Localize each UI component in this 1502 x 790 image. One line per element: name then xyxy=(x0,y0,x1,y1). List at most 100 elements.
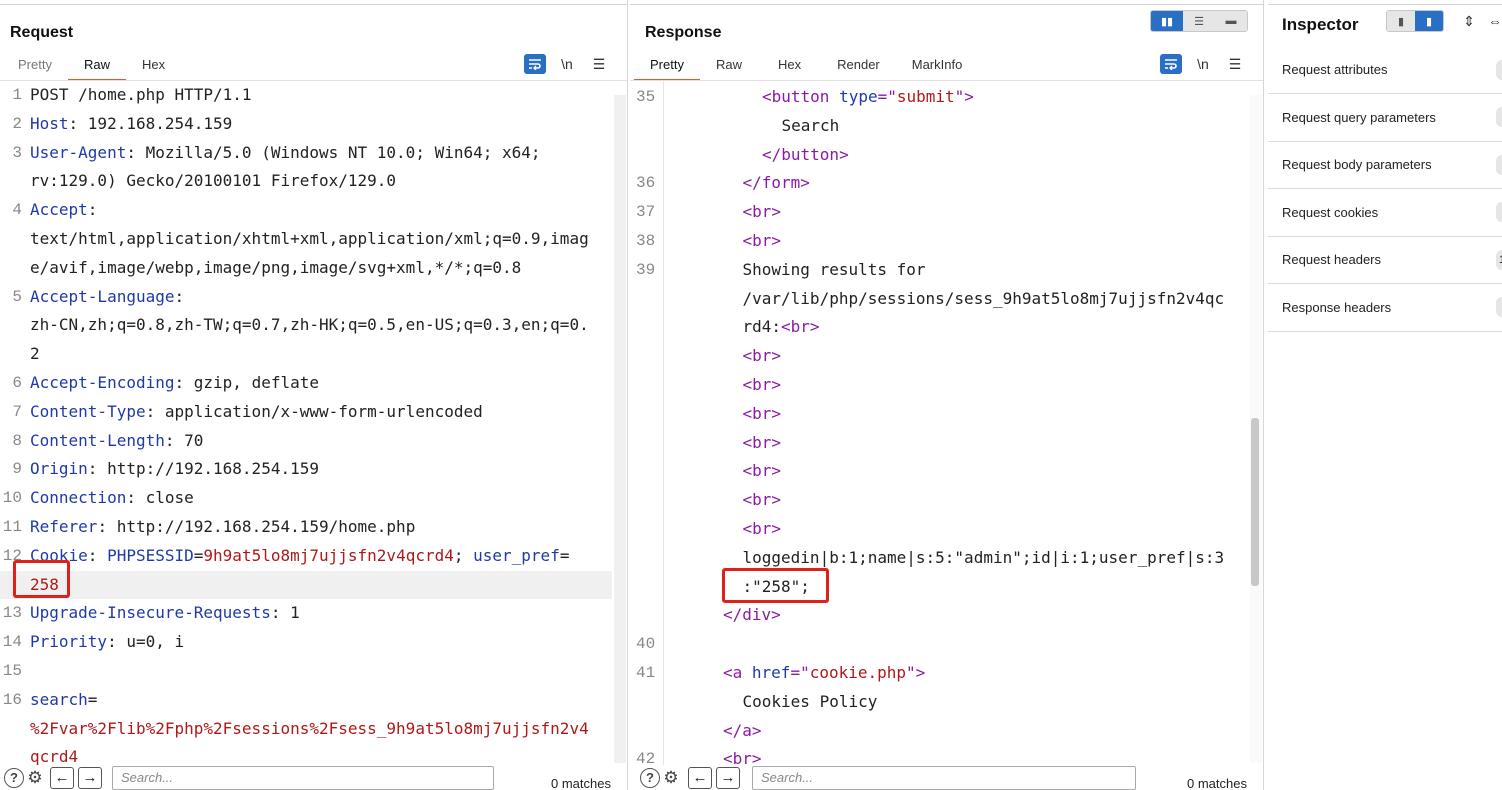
collapse-all-icon[interactable]: ⇔ xyxy=(1484,11,1502,31)
code-token: href xyxy=(751,662,791,682)
next-match-button[interactable]: → xyxy=(78,766,102,789)
code-token: <br> xyxy=(742,518,782,538)
code-token: zh-CN,zh;q=0.8,zh-TW;q=0.7,zh-HK;q=0.5,e… xyxy=(30,315,589,335)
previous-match-button[interactable]: ← xyxy=(50,766,74,789)
response-scrollbar[interactable] xyxy=(1250,95,1262,763)
inspector-layout-toggle: ▮ ▮ xyxy=(1386,10,1444,32)
help-icon[interactable]: ? xyxy=(640,767,660,788)
inspector-section[interactable]: Request query parameters xyxy=(1268,94,1502,142)
code-line: 1 POST /home.php HTTP/1.1 xyxy=(0,81,612,110)
line-number: 15 xyxy=(2,661,22,680)
code-text: Cookie: PHPSESSID=9h9at5lo8mj7ujjsfn2v4q… xyxy=(30,542,569,571)
layout-stacked-icon[interactable]: ☰ xyxy=(1183,11,1215,31)
tab-pretty[interactable]: Pretty xyxy=(2,56,68,81)
code-text: Origin: http://192.168.254.159 xyxy=(30,455,319,484)
inspector-section-label: Request cookies xyxy=(1282,204,1379,220)
help-icon[interactable]: ? xyxy=(4,767,24,788)
request-editor[interactable]: 1 POST /home.php HTTP/1.1 2 Host: 192.168.2… xyxy=(0,81,612,765)
code-text: <br> xyxy=(743,429,782,458)
code-line: 8 Content-Length: 70 xyxy=(0,427,612,456)
code-line: 13 Upgrade-Insecure-Requests: 1 xyxy=(0,599,612,628)
code-line: 4 Accept: xyxy=(0,196,612,225)
tab-raw[interactable]: Raw xyxy=(67,56,126,81)
inspector-section[interactable]: Response headers xyxy=(1268,284,1502,332)
code-line: Cookies Policy xyxy=(630,688,1248,717)
layout-side-by-side-icon[interactable]: ▮▮ xyxy=(1151,11,1183,31)
inspector-section[interactable]: Request headers 1 xyxy=(1268,236,1502,284)
code-line: 14 Priority: u=0, i xyxy=(0,628,612,657)
search-input[interactable]: Search... xyxy=(112,765,494,790)
code-token: : 1 xyxy=(270,603,300,623)
tab-pretty[interactable]: Pretty xyxy=(634,56,700,81)
tab-markinfo[interactable]: MarkInfo xyxy=(896,56,979,81)
scrollbar-thumb[interactable] xyxy=(1251,418,1259,586)
code-text: User-Agent: Mozilla/5.0 (Windows NT 10.0… xyxy=(30,139,541,168)
code-text: <a href="cookie.php"> xyxy=(723,659,925,688)
code-token: 9h9at5lo8mj7ujjsfn2v4qcrd4 xyxy=(203,545,454,565)
code-line: 37 <br> xyxy=(630,198,1248,227)
code-token: : Mozilla/5.0 (Windows NT 10.0; Win64; x… xyxy=(126,142,541,162)
code-text: qcrd4 xyxy=(30,743,78,765)
code-line: 2 Host: 192.168.254.159 xyxy=(0,110,612,139)
inspector-layout-left-icon[interactable]: ▮ xyxy=(1387,11,1415,31)
wrap-lines-icon[interactable] xyxy=(524,54,546,74)
code-token: /var/lib/php/sessions/sess_9h9at5lo8mj7u… xyxy=(742,288,1225,308)
section-count-badge xyxy=(1496,154,1502,175)
code-line: </div> xyxy=(630,601,1248,630)
code-text: Accept-Language: xyxy=(30,283,184,312)
inspector-title: Inspector xyxy=(1282,15,1359,34)
code-token: =" xyxy=(790,662,810,682)
menu-icon[interactable]: ☰ xyxy=(1224,54,1246,74)
code-token: Content-Length xyxy=(30,430,165,450)
gear-icon[interactable]: ⚙ xyxy=(24,767,46,789)
newline-toggle-icon[interactable]: \n xyxy=(1192,54,1214,74)
code-text: <br> xyxy=(723,745,762,767)
code-token: : 70 xyxy=(164,430,204,450)
line-number: 3 xyxy=(12,143,22,162)
expand-all-icon[interactable]: ⇕ xyxy=(1458,11,1480,31)
tab-hex[interactable]: Hex xyxy=(126,56,181,81)
code-text: Accept: xyxy=(30,196,97,225)
code-line: /var/lib/php/sessions/sess_9h9at5lo8mj7u… xyxy=(630,285,1248,314)
request-pane: Request Pretty Raw Hex \n ☰ 1 POST /home.… xyxy=(0,0,628,790)
search-input[interactable]: Search... xyxy=(752,765,1136,790)
newline-toggle-icon[interactable]: \n xyxy=(556,54,578,74)
response-editor[interactable]: 35 <button type="submit"> Search </button> 3… xyxy=(630,83,1248,767)
code-text: Accept-Encoding: gzip, deflate xyxy=(30,369,319,398)
wrap-lines-icon[interactable] xyxy=(1160,54,1182,74)
code-line: <br> xyxy=(630,457,1248,486)
response-toolbar: \n ☰ xyxy=(1160,54,1246,74)
layout-single-icon[interactable]: ▬ xyxy=(1215,11,1247,31)
code-token: <br> xyxy=(742,202,782,222)
gear-icon[interactable]: ⚙ xyxy=(660,767,682,789)
request-toolbar: \n ☰ xyxy=(524,54,610,74)
code-text: Host: 192.168.254.159 xyxy=(30,110,232,139)
line-number: 7 xyxy=(12,402,22,421)
line-number: 37 xyxy=(636,203,656,222)
code-text: <br> xyxy=(743,342,782,371)
line-number: 6 xyxy=(12,373,22,392)
inspector-section[interactable]: Request attributes xyxy=(1268,46,1502,94)
menu-icon[interactable]: ☰ xyxy=(588,54,610,74)
line-number: 1 xyxy=(12,86,22,104)
request-scrollbar[interactable] xyxy=(614,95,626,763)
code-line: text/html,application/xhtml+xml,applicat… xyxy=(0,225,612,254)
code-text: <button type="submit"> xyxy=(762,83,974,112)
inspector-section[interactable]: Request cookies xyxy=(1268,189,1502,237)
code-token: Cookies Policy xyxy=(742,691,878,711)
code-text: Connection: close xyxy=(30,484,194,513)
inspector-section[interactable]: Request body parameters xyxy=(1268,141,1502,189)
inspector-toolbar: ▮ ▮ ⇕ ⇔ xyxy=(1386,10,1502,32)
code-line: 10 Connection: close xyxy=(0,484,612,513)
tab-render[interactable]: Render xyxy=(821,56,896,81)
previous-match-button[interactable]: ← xyxy=(688,766,712,789)
inspector-layout-right-icon[interactable]: ▮ xyxy=(1415,11,1443,31)
line-number: 10 xyxy=(2,489,22,508)
code-line: 6 Accept-Encoding: gzip, deflate xyxy=(0,369,612,398)
divider xyxy=(1268,4,1502,5)
tab-hex[interactable]: Hex xyxy=(758,56,821,81)
code-line: </a> xyxy=(630,717,1248,746)
next-match-button[interactable]: → xyxy=(716,766,740,789)
tab-raw[interactable]: Raw xyxy=(700,56,758,81)
code-token: Referer xyxy=(30,516,98,536)
